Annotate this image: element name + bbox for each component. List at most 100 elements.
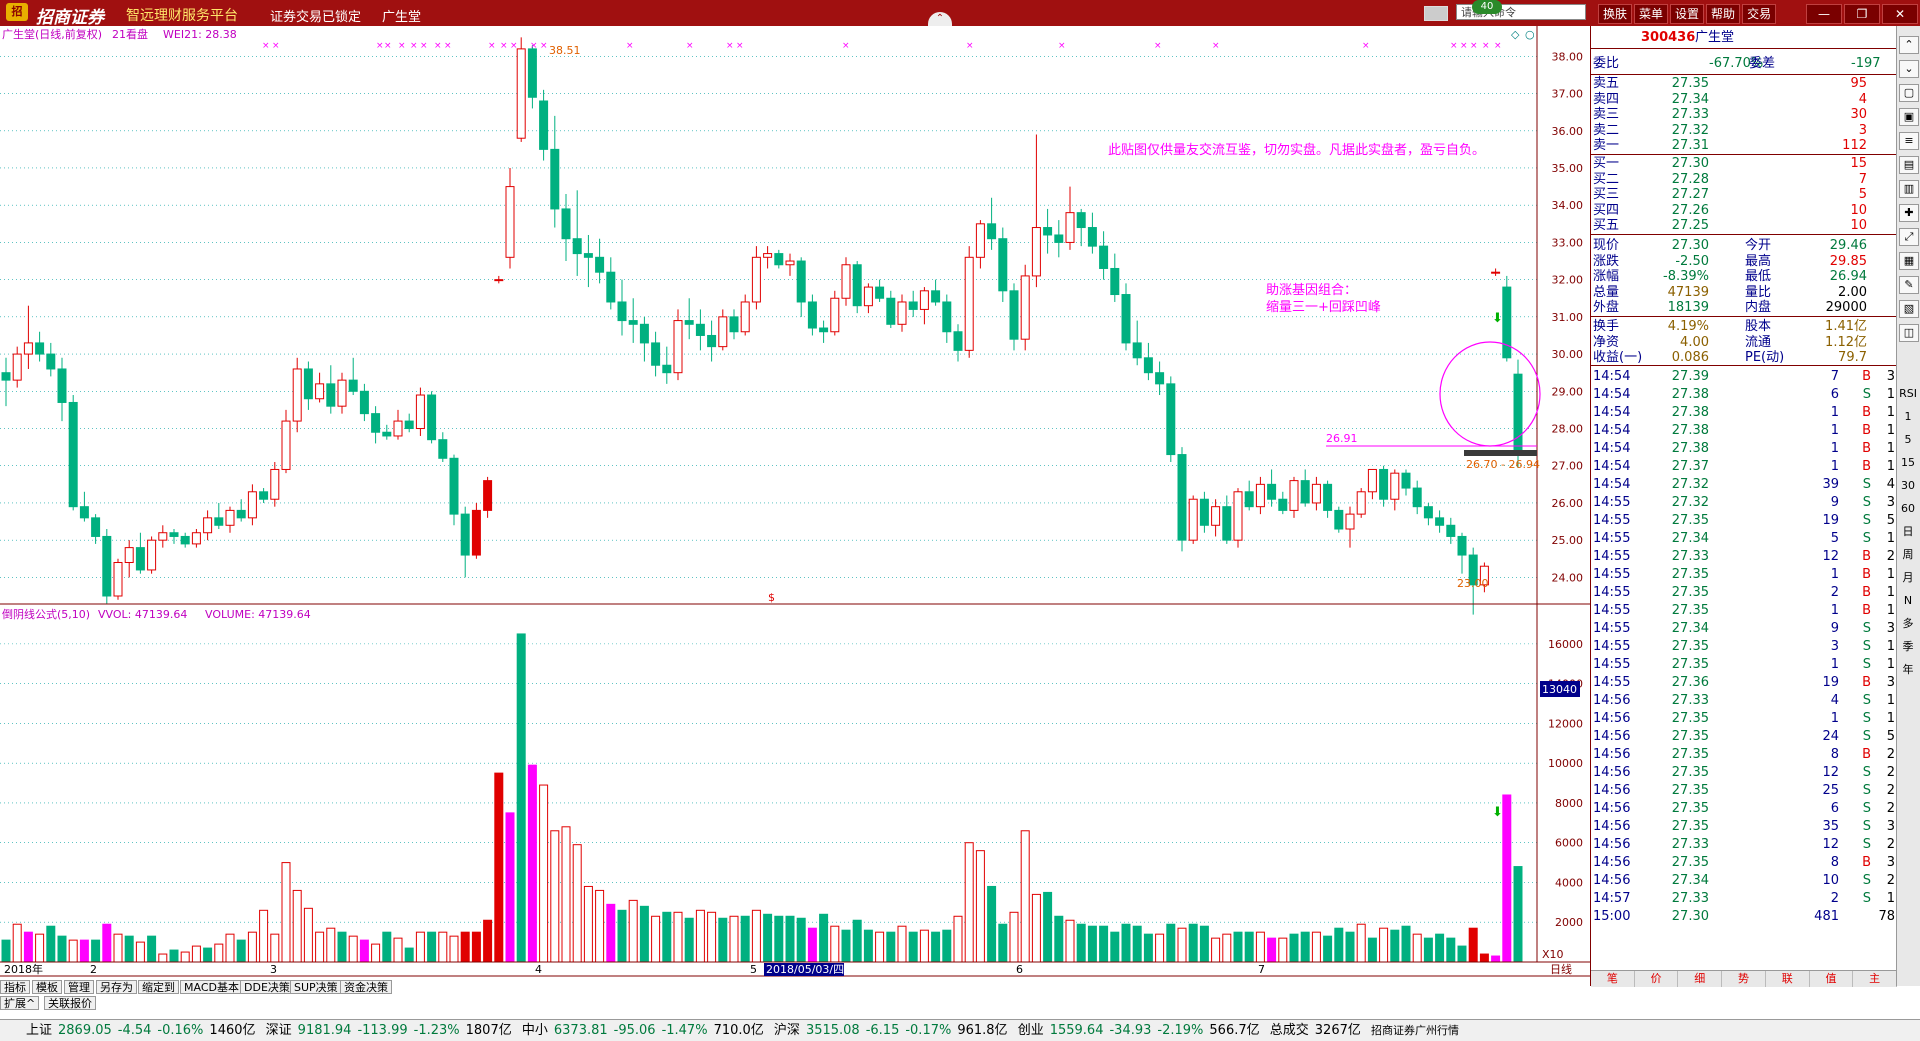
quote-tab[interactable]: 细 [1678, 971, 1723, 987]
volume-bar [1177, 927, 1187, 963]
tool-button-icon[interactable]: ▣ [1899, 108, 1919, 126]
period-button[interactable]: N [1899, 593, 1917, 609]
daily-label[interactable]: 日线 [1550, 962, 1572, 976]
circle-icon[interactable]: ○ [1525, 28, 1535, 41]
period-button[interactable]: 日 [1899, 524, 1917, 540]
tool-button-icon[interactable]: ▧ [1899, 300, 1919, 318]
tab-manage[interactable]: 管理 [64, 980, 94, 994]
period-button[interactable]: 多 [1899, 616, 1917, 632]
tick-count: 1 [1886, 891, 1895, 906]
close-icon[interactable]: ✕ [1882, 4, 1918, 24]
x-marker-icon: × [1212, 41, 1220, 51]
tool-button-icon[interactable]: ◫ [1899, 324, 1919, 342]
current-stock-name: 广生堂 [382, 10, 422, 25]
quote-tab[interactable]: 主 [1853, 971, 1898, 987]
restore-icon[interactable]: ❐ [1844, 4, 1880, 24]
quote-tab[interactable]: 价 [1635, 971, 1679, 987]
menu-main[interactable]: 菜单 [1634, 4, 1669, 24]
tool-button-icon[interactable]: ⤢ [1899, 228, 1919, 246]
candle-body [427, 394, 437, 441]
quote-tab[interactable]: 联 [1766, 971, 1810, 987]
tab-macd[interactable]: MACD基本 [180, 980, 243, 994]
volume-bar [404, 947, 414, 963]
tick-volume: 12 [1822, 765, 1839, 780]
menu-settings[interactable]: 设置 [1670, 4, 1705, 24]
total-amount: 3267亿 [1314, 1023, 1361, 1038]
volume-bar [1054, 915, 1064, 963]
candle-body [124, 547, 134, 564]
tab-related-quote[interactable]: 关联报价 [44, 996, 96, 1010]
tab-bind[interactable]: 缩定到 [138, 980, 179, 994]
tab-expand[interactable]: 扩展^ [0, 996, 40, 1010]
sz-label[interactable]: 深证 [266, 1023, 292, 1038]
tick-volume: 10 [1822, 873, 1839, 888]
candle-body [516, 48, 526, 139]
tab-indicator[interactable]: 指标 [0, 980, 30, 994]
menu-skin[interactable]: 换肤 [1598, 4, 1633, 24]
volume-bar [617, 909, 627, 963]
tick-side: S [1862, 513, 1871, 528]
tool-button-icon[interactable]: ▤ [1899, 156, 1919, 174]
period-button[interactable]: RSI [1899, 386, 1917, 402]
tool-button-icon[interactable]: ▦ [1899, 252, 1919, 270]
period-button[interactable]: 年 [1899, 662, 1917, 678]
tick-volume: 1 [1830, 459, 1839, 474]
period-button[interactable]: 季 [1899, 639, 1917, 655]
trade-lock-status[interactable]: 证券交易已锁定 [270, 6, 361, 25]
tab-save-as[interactable]: 另存为 [96, 980, 137, 994]
tool-button-icon[interactable]: ✎ [1899, 276, 1919, 294]
candle-body [1, 372, 11, 381]
volume-bar [1267, 937, 1277, 963]
tool-button-icon[interactable]: ⌃ [1899, 36, 1919, 54]
period-button[interactable]: 60 [1899, 501, 1917, 517]
quote-tab[interactable]: 势 [1722, 971, 1766, 987]
tool-button-icon[interactable]: ⌄ [1899, 60, 1919, 78]
stat-value: 26.94 [1829, 269, 1867, 285]
volume-bar [1255, 931, 1265, 963]
tool-button-icon[interactable]: ▥ [1899, 180, 1919, 198]
hs-label[interactable]: 沪深 [774, 1023, 800, 1038]
candle-body [1110, 267, 1120, 296]
collapse-toggle-icon[interactable]: ⌃ [928, 12, 952, 26]
stat-value: 4.19% [1667, 319, 1709, 334]
notification-badge[interactable]: 40 [1472, 0, 1502, 14]
tool-button-icon[interactable]: ≡ [1899, 132, 1919, 150]
diamond-icon[interactable]: ◇ [1511, 28, 1520, 41]
period-button[interactable]: 5 [1899, 432, 1917, 448]
sh-label[interactable]: 上证 [26, 1023, 52, 1038]
period-button[interactable]: 15 [1899, 455, 1917, 471]
tick-volume: 1 [1830, 711, 1839, 726]
zx-label[interactable]: 中小 [522, 1023, 548, 1038]
tick-volume: 9 [1830, 495, 1839, 510]
volume-bar [348, 935, 358, 963]
tab-dde[interactable]: DDE决策 [240, 980, 294, 994]
tool-button-icon[interactable]: ▢ [1899, 84, 1919, 102]
candle-body [707, 334, 717, 348]
quote-tab[interactable]: 值 [1810, 971, 1854, 987]
sell-level-volume: 112 [1842, 138, 1867, 154]
x-marker-icon: × [842, 41, 850, 51]
candle-body [236, 509, 246, 519]
candle-body [964, 256, 974, 351]
period-button[interactable]: 30 [1899, 478, 1917, 494]
minimize-icon[interactable]: — [1806, 4, 1842, 24]
period-button[interactable]: 周 [1899, 547, 1917, 563]
period-button[interactable]: 1 [1899, 409, 1917, 425]
period-button[interactable]: 月 [1899, 570, 1917, 586]
cy-label[interactable]: 创业 [1018, 1023, 1044, 1038]
candle-body [1155, 372, 1165, 385]
volume-bar [673, 911, 683, 963]
tab-sup[interactable]: SUP决策 [290, 980, 342, 994]
keyboard-icon[interactable] [1424, 6, 1448, 21]
menu-trade[interactable]: 交易 [1742, 4, 1777, 24]
quote-tab[interactable]: 笔 [1591, 971, 1635, 987]
tab-template[interactable]: 模板 [32, 980, 62, 994]
tool-button-icon[interactable]: ✚ [1899, 204, 1919, 222]
candle-body [483, 480, 493, 511]
stock-chart[interactable]: 38.00 37.00 36.00 35.00 34.00 33.00 32.00 31.00… [0, 26, 1590, 986]
menu-help[interactable]: 帮助 [1706, 4, 1741, 24]
tick-time: 14:56 [1593, 855, 1631, 870]
zx-index: 6373.81 [553, 1023, 608, 1038]
tab-fund[interactable]: 资金决策 [340, 980, 392, 994]
candle-body [1177, 454, 1187, 541]
